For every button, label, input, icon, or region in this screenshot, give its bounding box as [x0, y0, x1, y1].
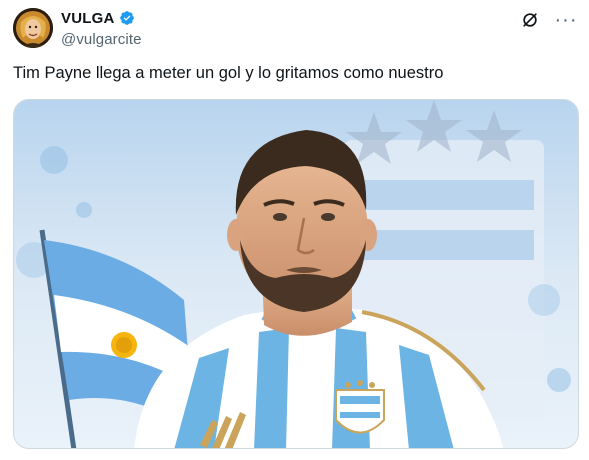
display-name[interactable]: VULGA: [61, 10, 115, 27]
handle[interactable]: @vulgarcite: [61, 31, 142, 48]
name-row: VULGA: [61, 9, 142, 27]
tweet-text: Tim Payne llega a meter un gol y lo grit…: [13, 64, 444, 82]
slash-circle-icon[interactable]: [519, 9, 541, 31]
header-actions: ···: [519, 9, 577, 31]
player-photo: [14, 100, 578, 448]
avatar[interactable]: [13, 8, 53, 48]
avatar-image: [13, 8, 53, 48]
tweet-card[interactable]: VULGA @vulgarcite ··· Tim Payne llega a …: [0, 0, 589, 460]
user-info[interactable]: VULGA @vulgarcite: [61, 9, 142, 49]
verified-badge-icon: [119, 10, 135, 26]
tweet-media[interactable]: [13, 99, 579, 449]
more-dots-icon[interactable]: ···: [555, 9, 577, 31]
